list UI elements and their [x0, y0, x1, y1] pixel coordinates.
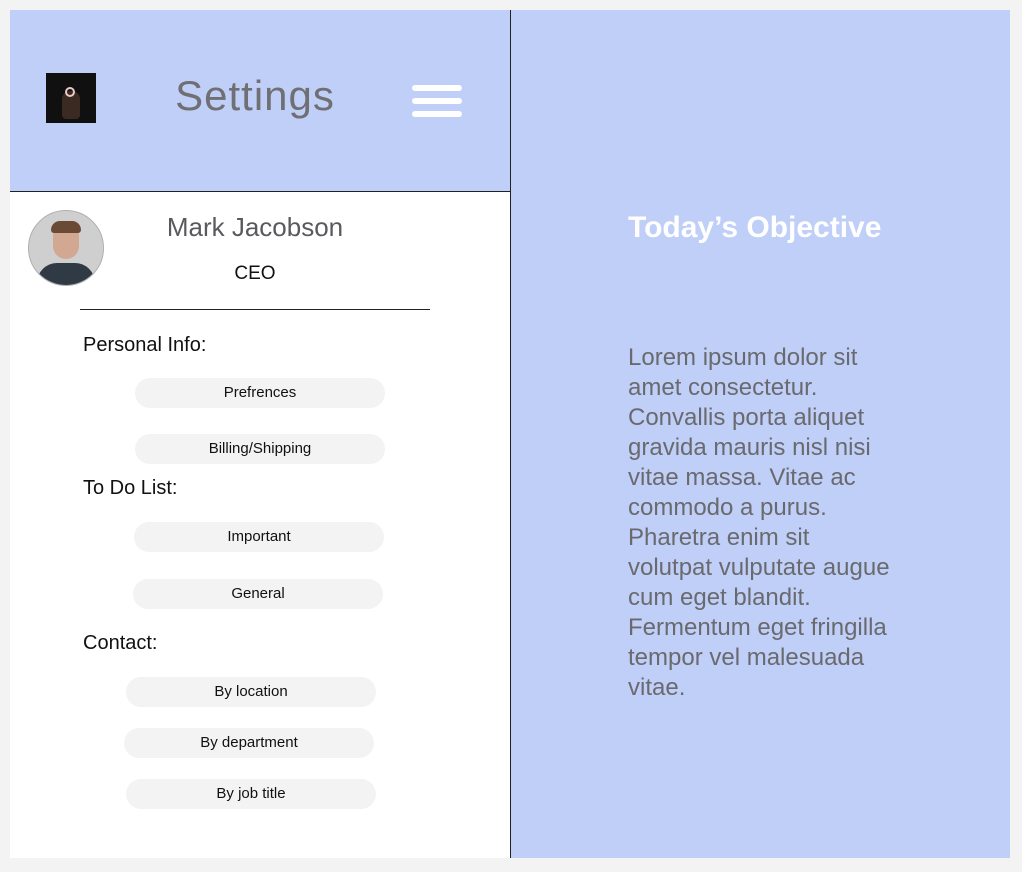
objective-panel: Today’s Objective Lorem ipsum dolor sit …: [511, 10, 1010, 858]
profile-divider: [80, 309, 430, 310]
logo-ring-shape: [65, 87, 75, 97]
page-title: Settings: [175, 72, 335, 119]
contact-heading: Contact:: [83, 632, 158, 654]
user-name: Mark Jacobson: [166, 212, 344, 242]
avatar[interactable]: [28, 210, 104, 286]
personal-info-heading: Personal Info:: [83, 334, 207, 356]
general-button[interactable]: General: [133, 579, 383, 609]
preferences-button[interactable]: Prefrences: [135, 378, 385, 408]
important-button[interactable]: Important: [134, 522, 384, 552]
objective-title: Today’s Objective: [628, 211, 882, 244]
settings-panel: Settings Mark Jacobson CEO Personal Info…: [10, 10, 510, 858]
billing-shipping-button[interactable]: Billing/Shipping: [135, 434, 385, 464]
by-department-button[interactable]: By department: [124, 728, 374, 758]
todo-list-heading: To Do List:: [83, 477, 178, 499]
by-location-button[interactable]: By location: [126, 677, 376, 707]
settings-header: Settings: [10, 10, 510, 192]
user-role: CEO: [234, 263, 276, 284]
objective-body: Lorem ipsum dolor sit amet consectetur. …: [628, 344, 890, 701]
by-job-title-button[interactable]: By job title: [126, 779, 376, 809]
ring-hand-logo-icon[interactable]: [46, 73, 96, 123]
hamburger-menu-icon[interactable]: [412, 85, 464, 117]
